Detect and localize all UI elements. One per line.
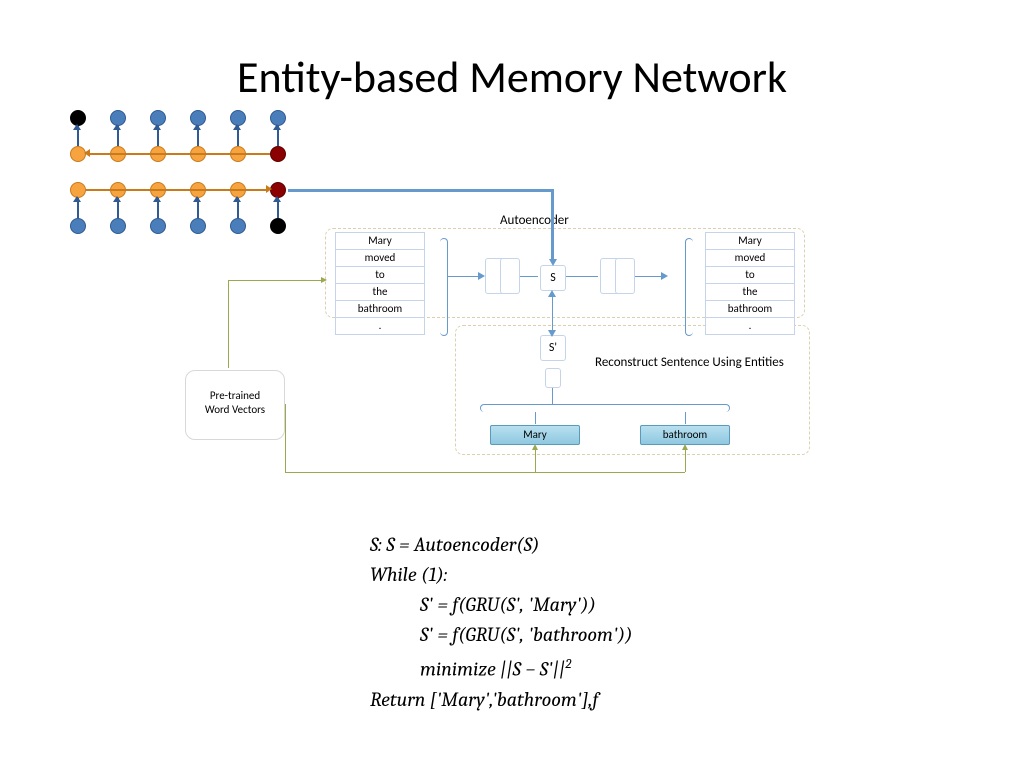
input-node — [110, 218, 126, 234]
input-node — [230, 218, 246, 234]
bracket-icon — [440, 238, 448, 336]
rnn-schematic — [70, 110, 330, 250]
word-box: Mary — [335, 232, 425, 250]
arrow-up-icon — [682, 444, 688, 450]
input-node — [190, 218, 206, 234]
connector — [520, 276, 538, 277]
algo-line: While (1): — [370, 560, 633, 590]
decoder-block — [615, 258, 635, 294]
algo-line: Return ['Mary','bathroom'],f — [370, 685, 633, 715]
connector — [552, 388, 553, 404]
input-node — [270, 218, 286, 234]
word-box: . — [335, 317, 425, 335]
connector — [288, 189, 553, 192]
arrow-down-icon — [549, 259, 557, 266]
word-box: moved — [335, 249, 425, 267]
connector — [535, 412, 536, 424]
connector — [285, 404, 286, 472]
algo-line: minimize ||S − S'||2 — [370, 650, 633, 685]
entity-box: Mary — [490, 425, 580, 445]
word-box: the — [335, 283, 425, 301]
input-sentence-stack: Mary moved to the bathroom . — [335, 232, 425, 334]
connector — [685, 448, 686, 472]
connector — [228, 280, 229, 368]
pretrained-box: Pre-trained Word Vectors — [185, 370, 285, 440]
word-box: bathroom — [335, 300, 425, 318]
algo-line: S: S = Autoencoder(S) — [370, 530, 633, 560]
arrow-up-icon — [548, 290, 556, 297]
pretrained-label: Pre-trained — [210, 389, 260, 402]
input-node — [70, 218, 86, 234]
bracket-icon — [480, 404, 730, 412]
sprime-box: S' — [540, 335, 566, 361]
connector — [566, 276, 598, 277]
input-node — [150, 218, 166, 234]
algo-line: S' = f(GRU(S', 'Mary')) — [370, 590, 633, 620]
entity-box: bathroom — [640, 425, 730, 445]
word-box: . — [705, 317, 795, 335]
s-box: S — [540, 265, 566, 291]
pretrained-label: Word Vectors — [205, 403, 265, 416]
connector — [551, 189, 554, 261]
connector — [552, 293, 553, 333]
connector — [535, 448, 536, 472]
bracket-icon — [685, 238, 693, 336]
word-box: to — [335, 266, 425, 284]
connector — [285, 472, 685, 473]
arrow-up-icon — [532, 444, 538, 450]
algo-line: S' = f(GRU(S', 'bathroom')) — [370, 620, 633, 650]
arrow-right-icon — [661, 272, 668, 280]
word-box: the — [705, 283, 795, 301]
algorithm-text: S: S = Autoencoder(S) While (1): S' = f(… — [370, 530, 633, 715]
word-box: to — [705, 266, 795, 284]
connector — [228, 280, 323, 281]
word-box: Mary — [705, 232, 795, 250]
word-box: moved — [705, 249, 795, 267]
gru-block — [545, 368, 561, 388]
output-sentence-stack: Mary moved to the bathroom . — [705, 232, 795, 334]
reconstruct-label: Reconstruct Sentence Using Entities — [595, 355, 784, 370]
encoder-block — [500, 258, 520, 294]
arrow-right-icon — [478, 272, 485, 280]
word-box: bathroom — [705, 300, 795, 318]
arrow-down-icon — [548, 330, 556, 337]
arrow-right-icon — [321, 277, 327, 283]
hidden-node-end — [270, 146, 286, 162]
connector — [448, 276, 480, 277]
connector — [685, 412, 686, 424]
slide-title: Entity-based Memory Network — [0, 50, 1024, 104]
connector — [635, 276, 663, 277]
autoencoder-label: Autoencoder — [500, 213, 569, 228]
